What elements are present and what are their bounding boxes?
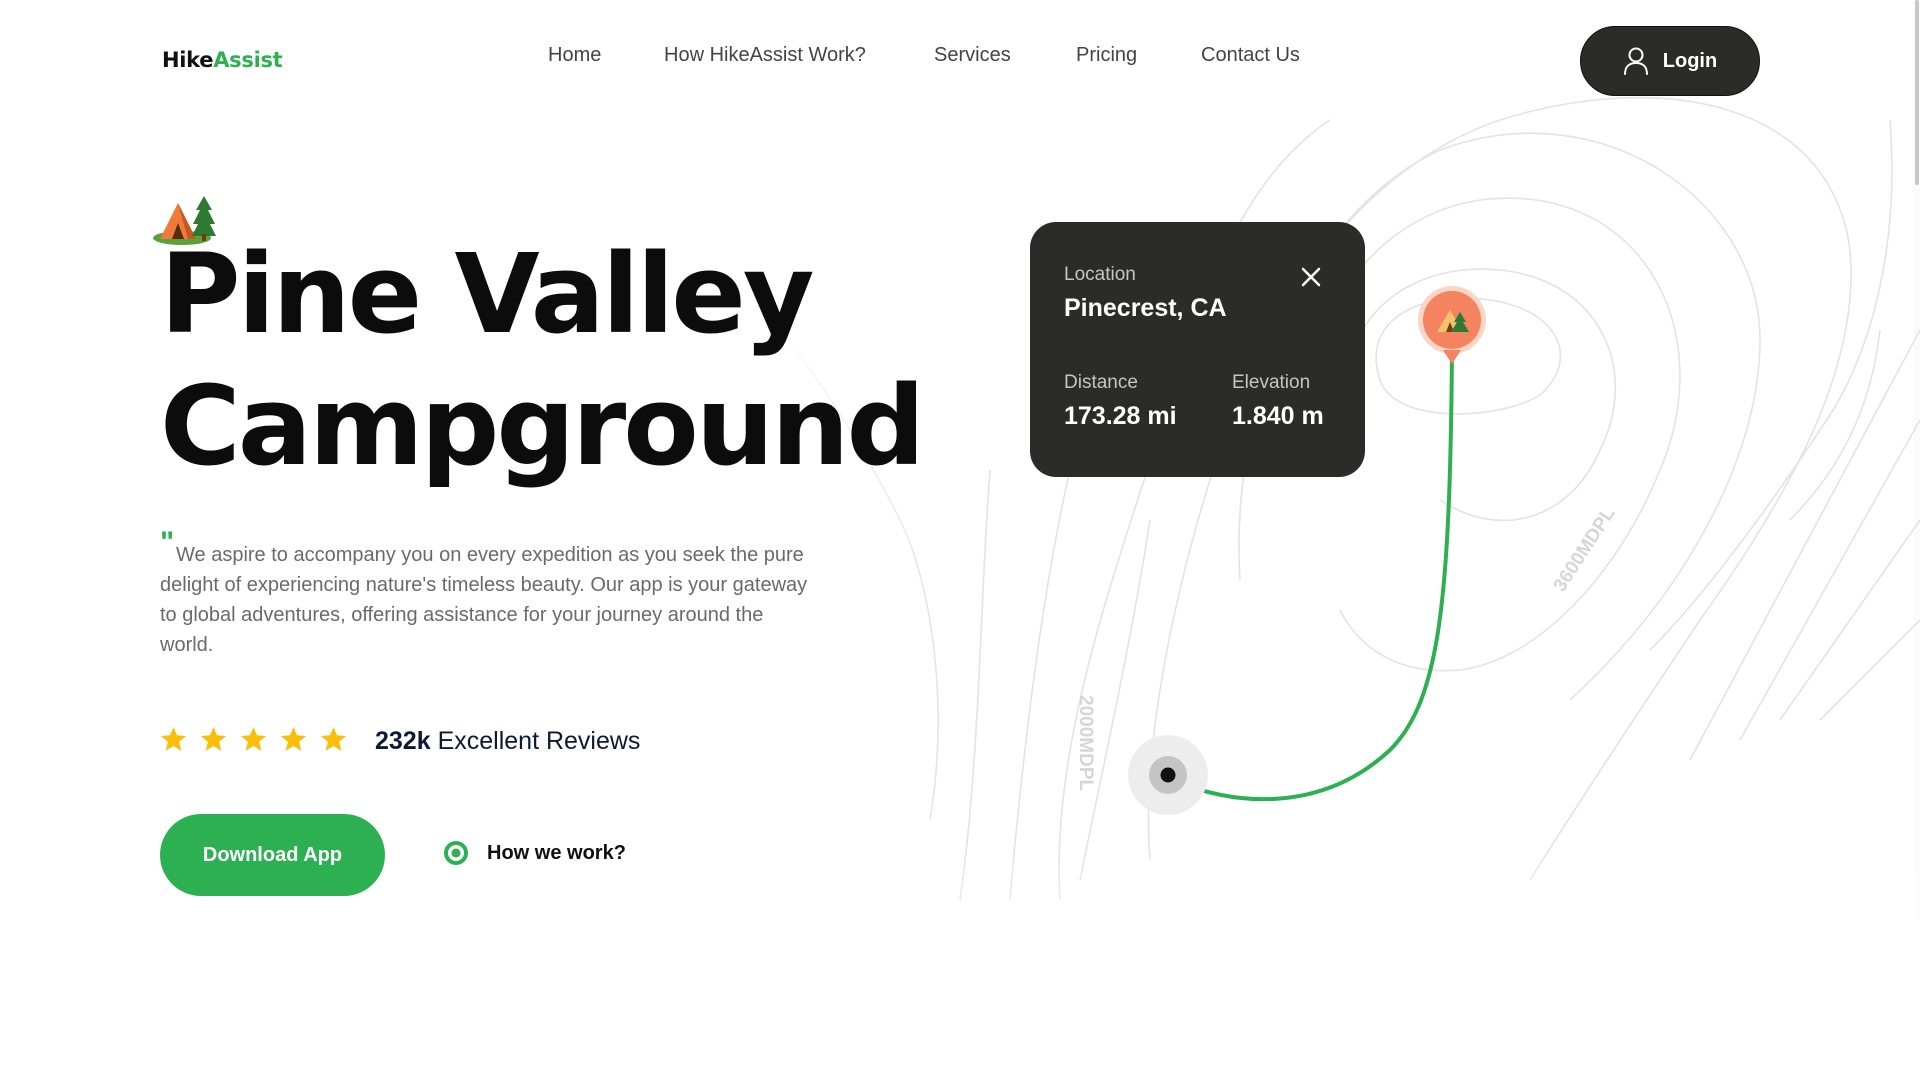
star-icon: [320, 726, 347, 751]
star-icon: [160, 726, 187, 751]
hero-title-line2: Campground: [160, 362, 925, 490]
location-value: Pinecrest, CA: [1064, 294, 1227, 322]
tent-pin-icon[interactable]: [1418, 286, 1486, 364]
download-app-label: Download App: [202, 843, 343, 866]
current-location-icon[interactable]: [1128, 735, 1208, 815]
elevation-value: 1.840 m: [1232, 402, 1324, 430]
star-icon: [200, 726, 227, 751]
hero-title: Pine Valley Campground: [160, 228, 925, 492]
contour-label-3600: 3600MDPL: [1550, 503, 1620, 595]
rating-stars: [160, 726, 347, 752]
star-icon: [240, 726, 267, 751]
hero-title-line1: Pine Valley: [160, 230, 815, 358]
location-info-card: Location Pinecrest, CA Distance 173.28 m…: [1030, 222, 1365, 477]
how-we-work-label: How we work?: [487, 841, 626, 864]
elevation-label: Elevation: [1232, 372, 1311, 393]
distance-label: Distance: [1064, 372, 1138, 393]
distance-value: 173.28 mi: [1064, 402, 1177, 430]
close-icon[interactable]: [1300, 266, 1322, 293]
download-app-button[interactable]: Download App: [160, 814, 385, 896]
contour-label-2000: 2000MDPL: [1075, 695, 1096, 791]
hero-description: We aspire to accompany you on every expe…: [160, 544, 808, 656]
location-label: Location: [1064, 264, 1136, 285]
how-we-work-link[interactable]: How we work?: [443, 840, 626, 866]
landing-page: HikeAssist Home How HikeAssist Work? Ser…: [0, 0, 1920, 1080]
reviews-summary: 232k Excellent Reviews: [375, 727, 640, 756]
star-icon: [280, 726, 307, 751]
reviews-label: Excellent Reviews: [437, 727, 641, 755]
reviews-count: 232k: [375, 727, 431, 755]
play-circle-icon: [444, 841, 468, 865]
